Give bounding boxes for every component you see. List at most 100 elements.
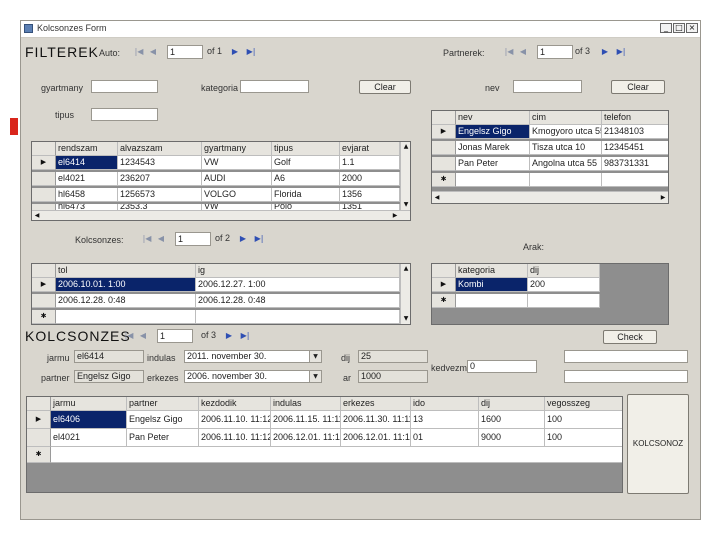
rentals-vertical-scrollbar[interactable]: ▲ ▼ xyxy=(400,264,410,324)
new-row[interactable]: ✱ xyxy=(27,447,622,463)
table-row[interactable]: 2006.12.28. 0:48 2006.12.28. 0:48 xyxy=(32,294,410,308)
table-cell[interactable]: 12345451 xyxy=(602,141,668,155)
table-cell[interactable]: el6406 xyxy=(51,411,127,429)
column-header[interactable]: rendszam xyxy=(56,142,118,156)
scroll-up-icon[interactable]: ▲ xyxy=(401,142,410,152)
table-cell[interactable]: Golf xyxy=(272,156,340,170)
table-cell[interactable]: 200 xyxy=(528,278,600,292)
dij-field[interactable]: 25 xyxy=(358,350,428,363)
table-cell[interactable]: 21348103 xyxy=(602,125,668,139)
column-header[interactable]: evjarat xyxy=(340,142,400,156)
column-header[interactable]: gyartmany xyxy=(202,142,272,156)
first-record-icon[interactable]: |◀ xyxy=(503,45,515,59)
extra-field-1[interactable] xyxy=(564,350,688,363)
table-cell[interactable]: VW xyxy=(202,156,272,170)
table-cell[interactable]: 1.1 xyxy=(340,156,400,170)
table-row[interactable]: ▶ el6414 1234543 VW Golf 1.1 xyxy=(32,156,410,170)
table-cell[interactable]: 01 xyxy=(411,429,479,447)
table-cell[interactable]: Florida xyxy=(272,188,340,202)
table-cell[interactable]: 2006.12.27. 1:00 xyxy=(196,278,400,292)
table-cell[interactable]: Engelsz Gigo xyxy=(127,411,199,429)
cars-horizontal-scrollbar[interactable]: ◀ ▶ xyxy=(32,210,410,220)
prev-record-icon[interactable]: ◀ xyxy=(137,329,149,343)
table-cell[interactable]: 9000 xyxy=(479,429,545,447)
table-cell[interactable]: 2006.11.30. 11:11 xyxy=(341,411,411,429)
table-row[interactable]: hl6458 1256573 VOLGO Florida 1356 xyxy=(32,188,410,202)
table-cell[interactable] xyxy=(602,173,668,187)
column-header[interactable]: kezdodik xyxy=(199,397,271,411)
partners-horizontal-scrollbar[interactable]: ◀ ▶ xyxy=(432,191,668,203)
prices-grid[interactable]: kategoria dij ▶ Kombi 200 ✱ xyxy=(431,263,669,325)
table-cell[interactable]: Engelsz Gigo xyxy=(456,125,530,139)
table-cell[interactable]: 2006.12.01. 11:11 xyxy=(271,429,341,447)
table-cell[interactable]: 100 xyxy=(545,411,622,429)
column-header[interactable]: kategoria xyxy=(456,264,528,278)
cars-vertical-scrollbar[interactable]: ▲ ▼ xyxy=(400,142,410,210)
table-cell[interactable]: AUDI xyxy=(202,172,272,186)
gyartmany-input[interactable] xyxy=(91,80,158,93)
column-header[interactable]: jarmu xyxy=(51,397,127,411)
partner-position-input[interactable]: 1 xyxy=(537,45,573,59)
table-cell[interactable]: 2006.11.15. 11:11 xyxy=(271,411,341,429)
last-record-icon[interactable]: ▶| xyxy=(615,45,627,59)
scroll-up-icon[interactable]: ▲ xyxy=(401,264,410,274)
table-cell[interactable] xyxy=(51,447,622,463)
table-cell[interactable]: 2006.11.10. 11:12 xyxy=(199,411,271,429)
table-cell[interactable]: VOLGO xyxy=(202,188,272,202)
extra-field-2[interactable] xyxy=(564,370,688,383)
first-record-icon[interactable]: |◀ xyxy=(141,232,153,246)
table-cell[interactable]: el4021 xyxy=(51,429,127,447)
partners-grid[interactable]: nev cim telefon ▶ Engelsz Gigo Kmogyoro … xyxy=(431,110,669,204)
table-row[interactable]: el4021 Pan Peter 2006.11.10. 11:12 2006.… xyxy=(27,429,622,447)
filter-clear-button[interactable]: Clear xyxy=(359,80,411,94)
table-cell[interactable]: Kmogyoro utca 55 xyxy=(530,125,602,139)
prev-record-icon[interactable]: ◀ xyxy=(147,45,159,59)
table-cell[interactable]: 2006.12.28. 0:48 xyxy=(56,294,196,308)
table-cell[interactable] xyxy=(56,310,196,324)
next-record-icon[interactable]: ▶ xyxy=(237,232,249,246)
column-header[interactable]: tol xyxy=(56,264,196,278)
table-cell[interactable]: Pan Peter xyxy=(127,429,199,447)
table-cell[interactable]: 1234543 xyxy=(118,156,202,170)
prev-record-icon[interactable]: ◀ xyxy=(517,45,529,59)
column-header[interactable]: telefon xyxy=(602,111,668,125)
first-record-icon[interactable]: |◀ xyxy=(133,45,145,59)
partner-clear-button[interactable]: Clear xyxy=(611,80,665,94)
chevron-down-icon[interactable]: ▼ xyxy=(309,351,321,362)
table-cell[interactable]: 13 xyxy=(411,411,479,429)
column-header[interactable]: alvazszam xyxy=(118,142,202,156)
table-cell[interactable]: el6414 xyxy=(56,156,118,170)
new-row[interactable]: ✱ xyxy=(432,173,668,187)
table-cell[interactable]: Tisza utca 10 xyxy=(530,141,602,155)
table-cell[interactable]: 2006.12.01. 11:11 xyxy=(341,429,411,447)
column-header[interactable]: nev xyxy=(456,111,530,125)
table-cell[interactable]: 2006.12.28. 0:48 xyxy=(196,294,400,308)
cars-grid[interactable]: rendszam alvazszam gyartmany tipus evjar… xyxy=(31,141,411,221)
kolcsonoz-button[interactable]: KOLCSONOZ xyxy=(627,394,689,494)
next-record-icon[interactable]: ▶ xyxy=(223,329,235,343)
table-cell[interactable]: hl6458 xyxy=(56,188,118,202)
table-cell[interactable]: 236207 xyxy=(118,172,202,186)
scroll-down-icon[interactable]: ▼ xyxy=(401,314,410,324)
table-row[interactable]: Jonas Marek Tisza utca 10 12345451 xyxy=(432,141,668,155)
table-cell[interactable] xyxy=(456,173,530,187)
prev-record-icon[interactable]: ◀ xyxy=(155,232,167,246)
table-row[interactable]: ▶ 2006.10.01. 1:00 2006.12.27. 1:00 xyxy=(32,278,410,292)
kedvezmeny-input[interactable]: 0 xyxy=(467,360,537,373)
jarmu-field[interactable]: el6414 xyxy=(74,350,144,363)
table-row[interactable]: ▶ Kombi 200 xyxy=(432,278,668,292)
chevron-down-icon[interactable]: ▼ xyxy=(309,371,321,382)
new-row[interactable]: ✱ xyxy=(432,294,668,308)
table-cell[interactable]: 1600 xyxy=(479,411,545,429)
column-header[interactable]: cim xyxy=(530,111,602,125)
first-record-icon[interactable]: |◀ xyxy=(123,329,135,343)
column-header[interactable]: dij xyxy=(528,264,600,278)
table-cell[interactable]: Kombi xyxy=(456,278,528,292)
tipus-input[interactable] xyxy=(91,108,158,121)
column-header[interactable]: dij xyxy=(479,397,545,411)
column-header[interactable]: tipus xyxy=(272,142,340,156)
table-row[interactable]: ▶ el6406 Engelsz Gigo 2006.11.10. 11:12 … xyxy=(27,411,622,429)
scroll-right-icon[interactable]: ▶ xyxy=(658,193,668,203)
table-cell[interactable] xyxy=(530,173,602,187)
column-header[interactable]: ido xyxy=(411,397,479,411)
